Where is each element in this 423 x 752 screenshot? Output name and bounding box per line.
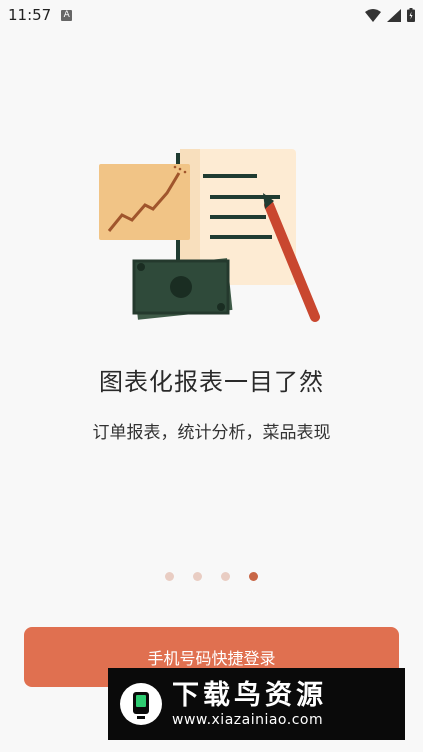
status-bar: 11:57 A (0, 0, 423, 30)
watermark-banner: 下载鸟资源 www.xiazainiao.com (108, 668, 405, 740)
report-illustration (99, 149, 320, 322)
page-indicator (0, 572, 423, 581)
page-dot-3[interactable] (221, 572, 230, 581)
bird-logo-icon (120, 683, 162, 725)
signal-icon (387, 8, 401, 22)
wifi-icon (365, 8, 381, 22)
page-dot-1[interactable] (165, 572, 174, 581)
status-time: 11:57 (8, 6, 52, 24)
onboarding-subtitle: 订单报表，统计分析，菜品表现 (92, 423, 331, 443)
watermark-url: www.xiazainiao.com (172, 712, 324, 728)
money-graphic (132, 258, 233, 320)
onboarding-title: 图表化报表一目了然 (99, 368, 324, 396)
notification-icon: A (61, 9, 73, 21)
page-dot-2[interactable] (193, 572, 202, 581)
battery-icon (407, 8, 415, 22)
watermark-name: 下载鸟资源 (172, 680, 327, 711)
chart-card-graphic (99, 164, 190, 240)
page-dot-4-active[interactable] (249, 572, 258, 581)
